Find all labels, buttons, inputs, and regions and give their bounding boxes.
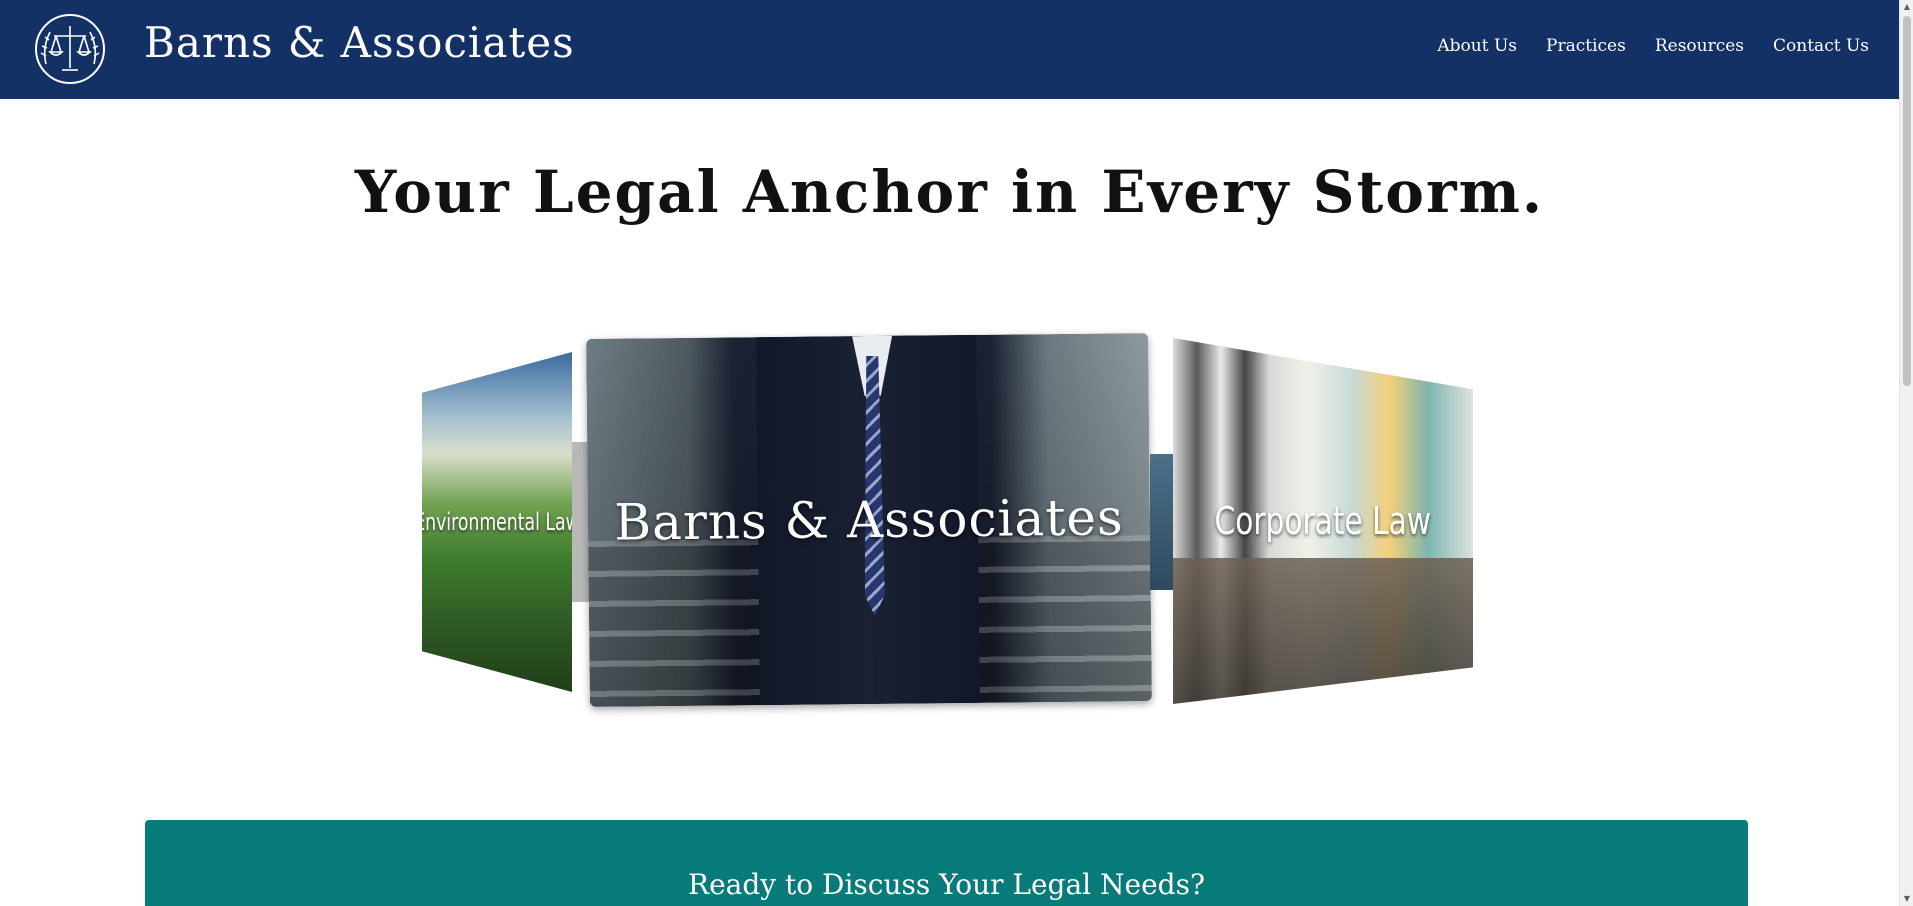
cta-heading: Ready to Discuss Your Legal Needs? bbox=[688, 868, 1205, 901]
site-header: Barns & Associates About Us Practices Re… bbox=[0, 0, 1899, 99]
background-image-meeting bbox=[1173, 557, 1473, 704]
nav-resources[interactable]: Resources bbox=[1655, 36, 1744, 56]
cta-banner: Ready to Discuss Your Legal Needs? bbox=[145, 820, 1748, 906]
carousel-card-edge bbox=[1150, 454, 1174, 590]
practice-carousel: Environmental Law Barns & Associates Cor… bbox=[0, 330, 1899, 710]
brand-name[interactable]: Barns & Associates bbox=[144, 18, 575, 67]
carousel-card-label: Environmental Law bbox=[422, 508, 572, 536]
nav-practices[interactable]: Practices bbox=[1546, 36, 1626, 56]
arrow-down-icon[interactable]: ▼ bbox=[1900, 892, 1913, 906]
main-nav: About Us Practices Resources Contact Us bbox=[1437, 36, 1869, 56]
carousel-card-label: Barns & Associates bbox=[614, 488, 1124, 552]
nav-about-us[interactable]: About Us bbox=[1437, 36, 1517, 56]
nav-contact-us[interactable]: Contact Us bbox=[1773, 36, 1869, 56]
carousel-card-environmental-law[interactable]: Environmental Law bbox=[422, 352, 572, 692]
scrollbar-thumb[interactable] bbox=[1903, 16, 1911, 386]
scales-of-justice-logo-icon[interactable] bbox=[32, 12, 108, 86]
carousel-card-corporate-law[interactable]: Corporate Law bbox=[1173, 338, 1473, 704]
hero-title: Your Legal Anchor in Every Storm. bbox=[354, 158, 1545, 226]
vertical-scrollbar[interactable]: ▲ ▼ bbox=[1899, 0, 1913, 906]
carousel-card-featured[interactable]: Barns & Associates bbox=[586, 333, 1152, 707]
arrow-up-icon[interactable]: ▲ bbox=[1900, 0, 1913, 14]
carousel-card-label: Corporate Law bbox=[1214, 499, 1432, 543]
